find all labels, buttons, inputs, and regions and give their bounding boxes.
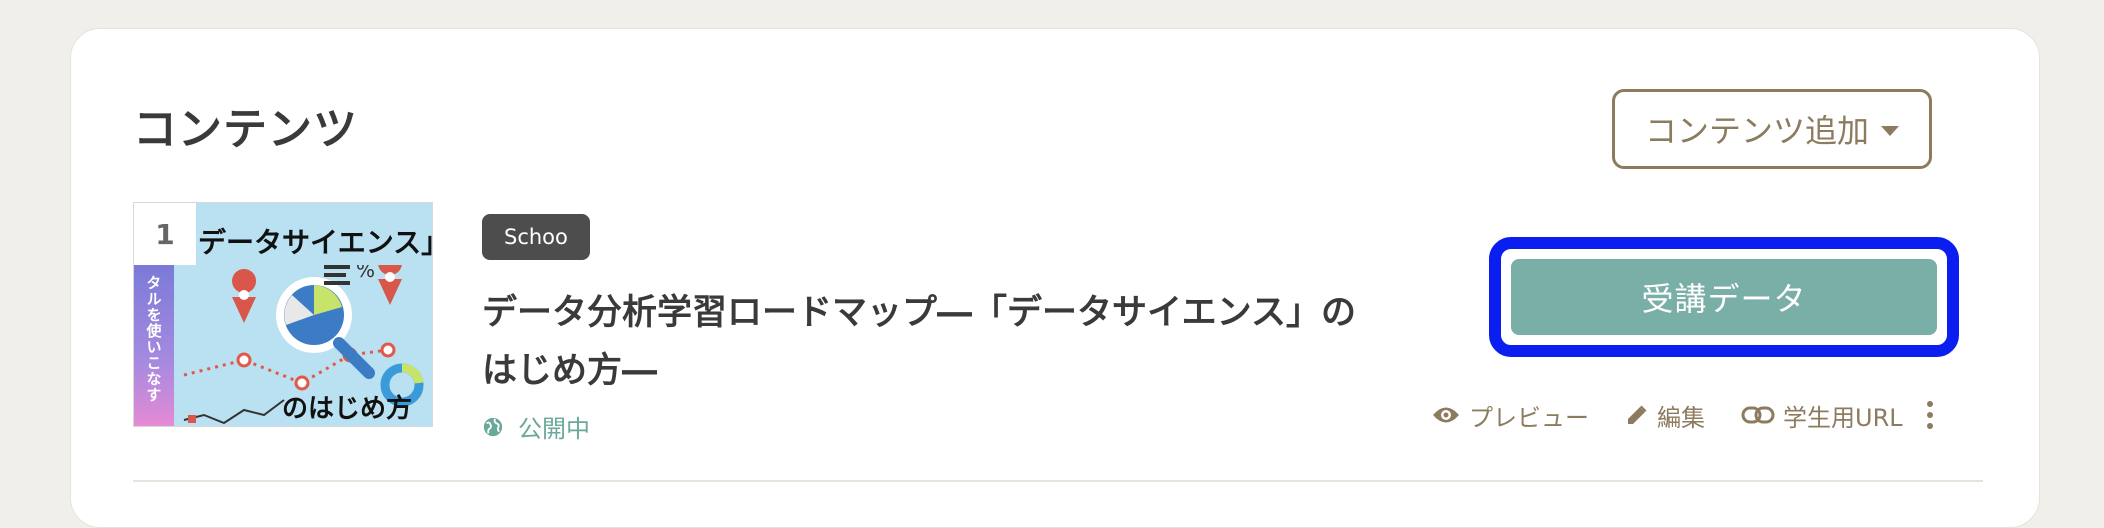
svg-text:%: % xyxy=(356,265,375,282)
course-thumbnail[interactable]: % 1 データサイエンス」 タルを使いこなす のはじめ方 xyxy=(133,202,433,427)
eye-icon xyxy=(1433,407,1459,423)
preview-label: プレビュー xyxy=(1469,403,1589,432)
publish-status: 公開中 xyxy=(482,409,590,444)
section-title: コンテンツ xyxy=(133,104,358,155)
course-number: 1 xyxy=(134,203,196,265)
publish-status-label: 公開中 xyxy=(518,415,590,443)
course-title[interactable]: データ分析学習ロードマップ―「データサイエンス」のはじめ方― xyxy=(482,284,1382,400)
add-content-button[interactable]: コンテンツ追加 xyxy=(1612,89,1932,169)
provider-badge: Schoo xyxy=(482,214,590,260)
more-vertical-icon[interactable] xyxy=(1923,397,1937,433)
add-content-label: コンテンツ追加 xyxy=(1644,112,1869,150)
student-url-action[interactable]: 学生用URL xyxy=(1741,398,1903,433)
course-actions: プレビュー 編集 学生用URL xyxy=(1431,397,1937,433)
edit-label: 編集 xyxy=(1657,403,1705,432)
link-icon xyxy=(1741,406,1775,424)
caret-down-icon xyxy=(1881,126,1899,136)
attendance-data-button[interactable]: 受講データ xyxy=(1511,259,1937,335)
row-divider xyxy=(133,480,1983,482)
contents-card: コンテンツ コンテンツ追加 % 1 データサイエンス」 タルを使いこなす のはじ… xyxy=(70,28,2040,528)
globe-icon xyxy=(483,417,503,436)
pencil-icon xyxy=(1628,405,1647,424)
edit-action[interactable]: 編集 xyxy=(1625,398,1705,433)
thumbnail-footer: のはじめ方 xyxy=(282,394,413,424)
preview-action[interactable]: プレビュー xyxy=(1431,398,1589,433)
student-url-label: 学生用URL xyxy=(1783,403,1903,432)
thumbnail-heading: データサイエンス」 xyxy=(198,226,433,259)
thumbnail-side-text: タルを使いこなす xyxy=(134,265,174,426)
